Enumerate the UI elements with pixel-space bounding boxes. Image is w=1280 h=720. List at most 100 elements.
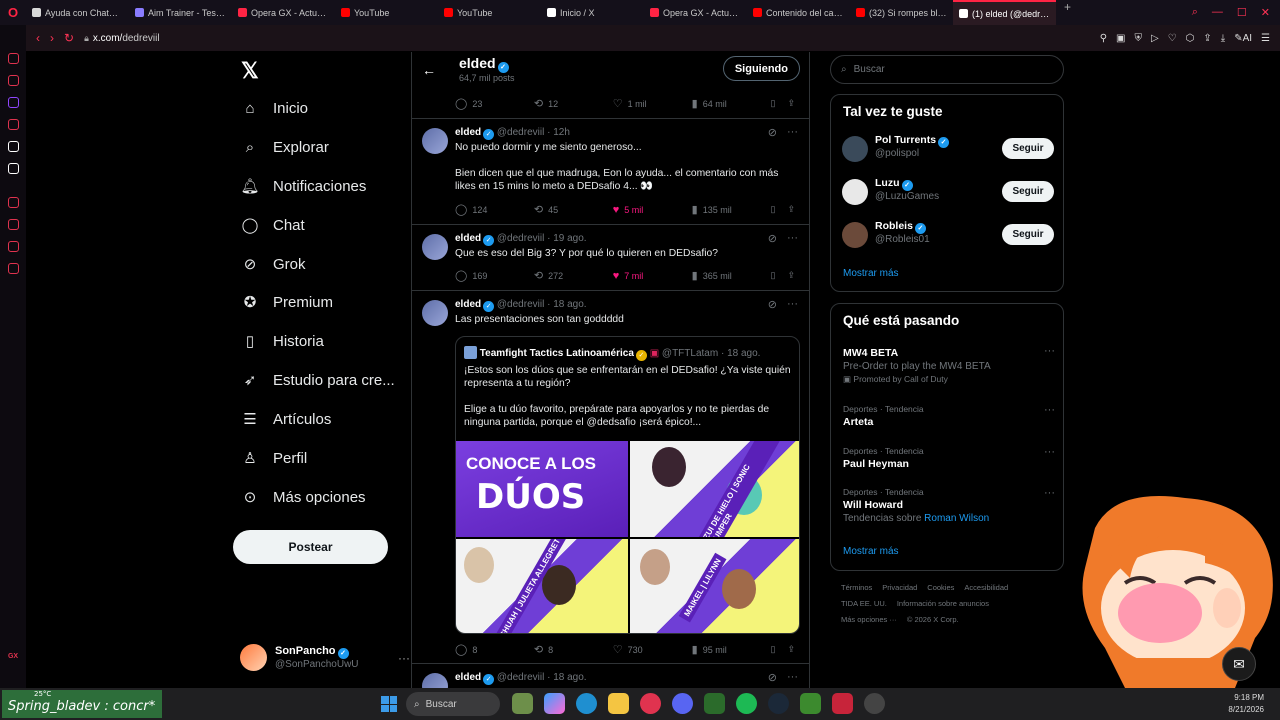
grok-icon[interactable]: ⊘ xyxy=(768,126,777,139)
more-icon[interactable]: ··· xyxy=(1044,345,1055,357)
edge-icon[interactable] xyxy=(576,693,597,714)
messages-chat-button[interactable]: ✉ xyxy=(1222,647,1256,681)
browser-tab[interactable]: Contenido del canal - xyxy=(747,0,850,25)
more-icon[interactable]: ··· xyxy=(787,671,798,684)
search-tabs-icon[interactable]: ⌕ xyxy=(1192,6,1198,19)
tiktok-icon[interactable] xyxy=(7,141,19,152)
follow-suggestion[interactable]: Luzu ✓ @LuzuGames Seguir xyxy=(842,177,1054,207)
twitch-icon[interactable] xyxy=(7,97,19,108)
views-button[interactable]: ▮ 135 mil xyxy=(692,203,734,216)
minecraft-icon[interactable] xyxy=(800,693,821,714)
retweet-button[interactable]: ⟲ 12 xyxy=(534,97,576,110)
footer-link[interactable]: Información sobre anuncios xyxy=(897,599,989,608)
show-more-link[interactable]: Mostrar más xyxy=(843,268,899,279)
more-icon[interactable]: ··· xyxy=(787,126,798,139)
new-tab-icon[interactable]: + xyxy=(1056,0,1079,25)
browser-tab[interactable]: (32) Si rompes bloque xyxy=(850,0,953,25)
tweet[interactable]: elded ✓ @dedreviil · 18 ago. ⊘ ··· xyxy=(412,664,809,688)
bookmark-icon[interactable]: ▯ xyxy=(771,204,776,215)
folder-icon[interactable] xyxy=(608,693,629,714)
bookmark-icon[interactable]: ▯ xyxy=(771,644,776,655)
tweet[interactable]: elded ✓ @dedreviil · 18 ago. ⊘ ··· Las pre… xyxy=(412,291,809,664)
sidebar-app-icon[interactable] xyxy=(7,241,19,252)
nav-item-profile[interactable]: ♙ Perfil xyxy=(241,449,307,468)
system-clock[interactable]: 9:18 PM 8/21/2026 xyxy=(1228,692,1264,716)
footer-link[interactable]: TIDA EE. UU. xyxy=(841,599,887,608)
steam-icon[interactable] xyxy=(768,693,789,714)
play-icon[interactable]: ▷ xyxy=(1151,33,1159,44)
follow-button[interactable]: Seguir xyxy=(1002,138,1054,159)
history-icon[interactable] xyxy=(7,219,19,230)
trend-item[interactable]: Deportes · Tendencia Paul Heyman ··· xyxy=(843,446,1055,470)
settings-icon[interactable] xyxy=(7,263,19,274)
share-icon[interactable]: ⇪ xyxy=(787,204,795,215)
follow-suggestion[interactable]: Pol Turrents ✓ @polispol Seguir xyxy=(842,134,1054,164)
ai-icon[interactable]: ✎AI xyxy=(1234,33,1252,44)
weather-widget[interactable]: 25°C Spring_bladev : concr* xyxy=(2,690,162,718)
views-button[interactable]: ▮ 95 mil xyxy=(692,643,734,656)
reply-button[interactable]: ◯ 169 xyxy=(455,269,497,282)
views-button[interactable]: ▮ 64 mil xyxy=(692,97,734,110)
footer-link[interactable]: © 2026 X Corp. xyxy=(907,615,959,624)
more-icon[interactable]: ··· xyxy=(398,651,410,665)
media-grid[interactable]: CONOCE A LOS DÚOS ZUI DE HIELO | SONIC J… xyxy=(456,441,799,633)
avatar[interactable] xyxy=(422,673,448,688)
taskbar-search[interactable]: ⌕ Buscar xyxy=(406,692,500,716)
spotify-icon[interactable] xyxy=(736,693,757,714)
nav-item-home[interactable]: ⌂ Inicio xyxy=(241,99,308,117)
menu-icon[interactable]: ☰ xyxy=(1261,33,1270,44)
account-switcher[interactable]: SonPancho ✓ @SonPanchoUwU ··· xyxy=(240,644,410,671)
views-button[interactable]: ▮ 365 mil xyxy=(692,269,734,282)
app-icon[interactable] xyxy=(832,693,853,714)
more-icon[interactable]: ··· xyxy=(787,298,798,311)
post-button[interactable]: Postear xyxy=(233,530,388,564)
heart-icon[interactable]: ♡ xyxy=(1168,33,1177,44)
game-app-icon[interactable] xyxy=(512,693,533,714)
share-icon[interactable]: ⇪ xyxy=(1203,33,1211,44)
trend-item[interactable]: Deportes · Tendencia Will Howard Tendenc… xyxy=(843,487,1055,524)
minimize-icon[interactable]: — xyxy=(1212,6,1223,19)
nav-item-search[interactable]: ⌕ Explorar xyxy=(241,138,329,156)
grok-icon[interactable]: ⊘ xyxy=(768,671,777,684)
bookmark-icon[interactable]: ▯ xyxy=(771,270,776,281)
share-icon[interactable]: ⇪ xyxy=(787,270,795,281)
nav-item-bell[interactable]: 🔔︎ Notificaciones xyxy=(240,177,366,196)
trend-item[interactable]: Deportes · Tendencia Arteta ··· xyxy=(843,404,1055,428)
app-icon[interactable] xyxy=(704,693,725,714)
sidebar-app-icon[interactable] xyxy=(7,53,19,64)
snapshot-icon[interactable]: ▣ xyxy=(1116,33,1125,44)
x-logo-icon[interactable]: 𝕏 xyxy=(241,58,259,84)
browser-tab[interactable]: YouTube xyxy=(438,0,541,25)
download-icon[interactable]: ⤓ xyxy=(1221,33,1225,44)
nav-item-rocket[interactable]: ➶ Estudio para cre... xyxy=(241,371,395,390)
pin-icon[interactable]: ⚲ xyxy=(1100,33,1107,44)
avatar[interactable] xyxy=(422,300,448,326)
like-button[interactable]: ♡ 730 xyxy=(613,643,655,656)
forward-icon[interactable]: › xyxy=(50,31,54,45)
nav-item-articles[interactable]: ☰ Artículos xyxy=(241,410,331,429)
footer-link[interactable]: Accesibilidad xyxy=(964,583,1008,592)
reload-icon[interactable]: ↻ xyxy=(64,31,74,45)
follow-suggestion[interactable]: Robleis ✓ @Robleis01 Seguir xyxy=(842,220,1054,250)
opera-gx-icon[interactable] xyxy=(640,693,661,714)
discord-icon[interactable] xyxy=(672,693,693,714)
search-input[interactable]: ⌕ Buscar xyxy=(830,55,1064,84)
tweet[interactable]: elded ✓ @dedreviil · 19 ago. ⊘ ··· Que es … xyxy=(412,225,809,291)
back-icon[interactable]: ‹ xyxy=(36,31,40,45)
maximize-icon[interactable]: ☐ xyxy=(1237,6,1247,19)
media-image[interactable]: MAIKEL | LILYNN xyxy=(629,539,799,633)
nav-item-premium[interactable]: ✪ Premium xyxy=(241,293,333,312)
media-image[interactable]: JOSHUAH | JULIETA ALLEGRETTI xyxy=(456,539,628,633)
url-field[interactable]: x.com/dedreviil xyxy=(93,33,160,44)
x-icon[interactable] xyxy=(7,163,19,174)
browser-tab[interactable]: Ayuda con ChatGPT xyxy=(26,0,129,25)
follow-button[interactable]: Seguir xyxy=(1002,181,1054,202)
follow-button[interactable]: Seguir xyxy=(1002,224,1054,245)
browser-tab[interactable]: Aim Trainer - Test de xyxy=(129,0,232,25)
share-icon[interactable]: ⇪ xyxy=(787,644,795,655)
more-icon[interactable]: ··· xyxy=(1044,487,1055,499)
trend-item[interactable]: MW4 BETA Pre-Order to play the MW4 BETA … xyxy=(843,345,1055,385)
retweet-button[interactable]: ⟲ 272 xyxy=(534,269,576,282)
browser-tab[interactable]: Inicio / X xyxy=(541,0,644,25)
like-button[interactable]: ♥ 5 mil xyxy=(613,204,655,216)
